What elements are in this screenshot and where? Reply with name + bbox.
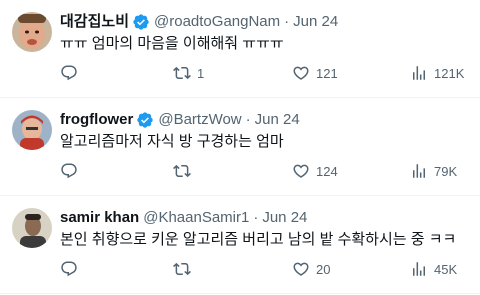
avatar[interactable] [12, 208, 52, 248]
views-chart-icon [413, 66, 425, 80]
reply-icon [61, 163, 77, 179]
heart-icon [293, 164, 309, 178]
reply-icon [61, 261, 77, 277]
reply-button[interactable] [60, 63, 84, 83]
heart-icon [293, 262, 309, 276]
reply-button[interactable] [60, 161, 84, 181]
tweet-date[interactable]: Jun 24 [293, 12, 338, 32]
separator-dot: · [253, 209, 259, 226]
like-button[interactable]: 20 [292, 259, 330, 279]
like-button[interactable]: 124 [292, 161, 338, 181]
separator-dot: · [245, 111, 251, 128]
retweet-button[interactable]: 1 [173, 63, 204, 83]
avatar[interactable] [12, 12, 52, 52]
like-button[interactable]: 121 [292, 63, 338, 83]
author-name[interactable]: frogflower [60, 110, 133, 130]
views-button[interactable]: 45K [410, 259, 457, 279]
like-count: 124 [316, 163, 338, 179]
author-handle[interactable]: @BartzWow [158, 110, 241, 130]
views-button[interactable]: 121K [410, 63, 464, 83]
tweet-text: ㅠㅠ 엄마의 마음을 이해해줘 ㅠㅠㅠ [60, 35, 284, 52]
verified-badge-icon [137, 112, 154, 128]
retweet-icon [173, 164, 191, 178]
tweet[interactable]: frogflower @BartzWow · Jun 24 알고리즘마저 자식 … [0, 98, 480, 196]
like-count: 20 [316, 261, 331, 277]
retweet-button[interactable] [173, 161, 197, 181]
reply-button[interactable] [60, 259, 84, 279]
author-handle[interactable]: @KhaanSamir1 [143, 208, 249, 228]
like-count: 121 [316, 65, 338, 81]
retweet-icon [173, 66, 191, 80]
author-handle[interactable]: @roadtoGangNam [154, 12, 280, 32]
tweet-date[interactable]: Jun 24 [262, 208, 307, 228]
author-name[interactable]: samir khan [60, 208, 139, 228]
tweet[interactable]: samir khan @KhaanSamir1 · Jun 24 본인 취향으로… [0, 196, 480, 294]
retweet-count: 1 [197, 65, 205, 81]
separator-dot: · [284, 13, 290, 30]
retweet-icon [173, 262, 191, 276]
view-count: 45K [434, 261, 458, 277]
author-name[interactable]: 대감집노비 [60, 12, 129, 32]
views-chart-icon [413, 164, 425, 178]
heart-icon [293, 66, 309, 80]
verified-badge-icon [133, 14, 149, 30]
tweet-text: 알고리즘마저 자식 방 구경하는 엄마 [60, 133, 284, 150]
avatar[interactable] [12, 110, 52, 150]
view-count: 121K [434, 65, 465, 81]
tweet-text: 본인 취향으로 키운 알고리즘 버리고 남의 밭 수확하시는 중 ㅋㅋ [60, 231, 457, 248]
tweet[interactable]: 대감집노비 @roadtoGangNam · Jun 24 ㅠㅠ 엄마의 마음을… [0, 0, 480, 98]
tweet-date[interactable]: Jun 24 [255, 110, 300, 130]
view-count: 79K [434, 163, 458, 179]
retweet-button[interactable] [173, 259, 197, 279]
views-chart-icon [413, 262, 425, 276]
views-button[interactable]: 79K [410, 161, 457, 181]
reply-icon [61, 65, 77, 81]
